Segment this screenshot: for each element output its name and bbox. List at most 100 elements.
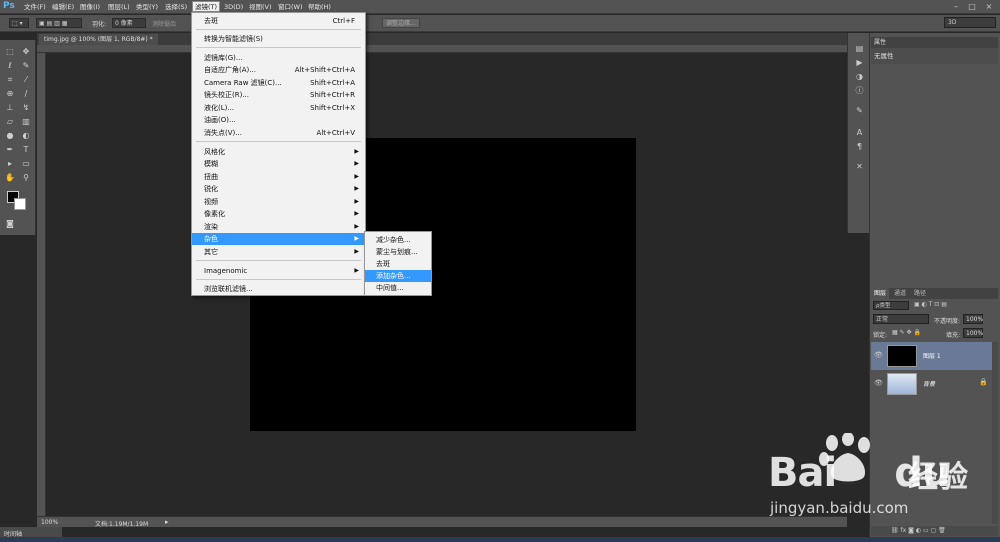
adjustments-icon[interactable]: ◑ [854,71,865,82]
marquee-tool-icon[interactable]: ⬚ [3,46,17,58]
layers-panel-tabs: 图层 通道 路径 [871,288,998,299]
menu-item-browse-filters-online[interactable]: 浏览联机滤镜... [192,283,365,295]
layer-row-layer1[interactable]: 👁 图层 1 [871,342,992,370]
layer-filter-select[interactable]: ρ类型 [873,301,909,310]
menu-layer[interactable]: 图层(L) [106,2,132,13]
paragraph-icon[interactable]: ¶ [854,141,865,152]
menu-item-convert-smart-filter[interactable]: 转换为智能滤镜(S) [192,33,365,45]
opacity-input[interactable]: 100% [963,314,983,324]
tab-channels[interactable]: 通道 [891,288,909,299]
menu-item-vanishing-point[interactable]: 消失点(V)... Alt+Ctrl+V [192,127,365,139]
shape-tool-icon[interactable]: ▭ [19,158,33,170]
options-bar: ⬚ ▾ ▣ ▤ ▥ ▦ 羽化: 0 像素 消除锯齿 调整边缘... [0,15,1000,32]
menu-item-noise[interactable]: 杂色 ▶ [192,233,365,245]
menu-item-adaptive-wide-angle[interactable]: 自适应广角(A)... Alt+Shift+Ctrl+A [192,64,365,76]
background-color-swatch[interactable] [14,198,26,210]
history-brush-icon[interactable]: ↯ [19,102,33,114]
layer-actions-icons[interactable]: ⛓ fx ◙ ◐ ▭ ▢ 🗑 [891,527,946,534]
blend-mode-select[interactable]: 正常 [873,314,929,324]
gradient-tool-icon[interactable]: ▥ [19,116,33,128]
menu-filter[interactable]: 滤镜(T) [192,1,221,12]
submenu-item-reduce-noise[interactable]: 减少杂色... [365,234,431,246]
status-arrow-icon[interactable]: ▸ [165,518,169,526]
menu-item-despeckle-last[interactable]: 去斑 Ctrl+F [192,15,365,27]
history-icon[interactable]: ▤ [854,43,865,54]
properties-panel-header[interactable]: 属性 [871,37,998,48]
quick-mask-icon[interactable]: ◙ [3,218,17,230]
type-tool-icon[interactable]: T [19,144,33,156]
brush-tool-icon[interactable]: ∕ [19,88,33,100]
tool-preset-picker[interactable]: ⬚ ▾ [9,18,29,28]
eyedropper-icon[interactable]: ⁄ [19,74,33,86]
antialias-checkbox[interactable]: 消除锯齿 [152,19,176,28]
zoom-readout[interactable]: 100% [41,519,58,526]
menu-select[interactable]: 选择(S) [163,2,189,13]
menu-item-oil-paint[interactable]: 油画(O)... [192,114,365,126]
submenu-item-add-noise[interactable]: 添加杂色... [365,270,431,282]
menu-type[interactable]: 类型(Y) [134,2,160,13]
menu-item-sharpen[interactable]: 锐化 ▶ [192,183,365,195]
menu-item-imagenomic[interactable]: Imagenomic ▶ [192,265,365,277]
hand-tool-icon[interactable]: ✋ [3,172,17,184]
submenu-item-despeckle[interactable]: 去斑 [365,258,431,270]
filter-dropdown-menu: 去斑 Ctrl+F 转换为智能滤镜(S) 滤镜库(G)... 自适应广角(A)..… [191,12,366,296]
menu-edit[interactable]: 编辑(E) [50,2,76,13]
document-info: 文档:1.19M/1.19M [95,521,149,528]
quick-select-icon[interactable]: ✎ [19,60,33,72]
menu-item-camera-raw[interactable]: Camera Raw 滤镜(C)... Shift+Ctrl+A [192,77,365,89]
menu-item-render[interactable]: 渲染 ▶ [192,221,365,233]
tools-preset-icon[interactable]: ✕ [854,161,865,172]
menu-file[interactable]: 文件(F) [22,2,48,13]
zoom-tool-icon[interactable]: ⚲ [19,172,33,184]
menu-item-filter-gallery[interactable]: 滤镜库(G)... [192,52,365,64]
layers-scrollbar[interactable] [992,342,998,524]
pen-tool-icon[interactable]: ✒ [3,144,17,156]
menu-item-pixelate[interactable]: 像素化 ▶ [192,208,365,220]
dodge-tool-icon[interactable]: ◐ [19,130,33,142]
lock-icons[interactable]: ▦ ✎ ✥ 🔒 [892,329,921,336]
menu-item-other[interactable]: 其它 ▶ [192,246,365,258]
submenu-item-dust-scratches[interactable]: 蒙尘与划痕... [365,246,431,258]
feather-input[interactable]: 0 像素 [112,18,146,28]
actions-icon[interactable]: ▶ [854,57,865,68]
brush-presets-icon[interactable]: ✎ [854,105,865,116]
menu-item-liquify[interactable]: 液化(L)... Shift+Ctrl+X [192,102,365,114]
info-icon[interactable]: ⓘ [854,85,865,96]
workspace-switcher[interactable]: 3D [944,17,996,28]
move-tool-icon[interactable]: ✥ [19,46,33,58]
visibility-eye-icon[interactable]: 👁 [874,379,883,387]
refine-edge-button[interactable]: 调整边缘... [382,18,420,28]
lasso-tool-icon[interactable]: ℓ [3,60,17,72]
submenu-item-median[interactable]: 中间值... [365,282,431,294]
healing-brush-icon[interactable]: ⊕ [3,88,17,100]
minimize-icon[interactable]: – [950,1,962,12]
blur-tool-icon[interactable]: ● [3,130,17,142]
path-select-icon[interactable]: ▸ [3,158,17,170]
tab-layers[interactable]: 图层 [871,288,890,299]
layers-panel-footer: ⛓ fx ◙ ◐ ▭ ▢ 🗑 [871,526,998,536]
document-tab[interactable]: timg.jpg @ 100% (图层 1, RGB/8#) * [39,34,158,45]
visibility-eye-icon[interactable]: 👁 [874,351,883,359]
layer-row-background[interactable]: 👁 背景 🔒 [871,370,992,398]
tab-paths[interactable]: 路径 [911,288,929,299]
menu-item-lens-correction[interactable]: 镜头校正(R)... Shift+Ctrl+R [192,89,365,101]
crop-tool-icon[interactable]: ⌗ [3,74,17,86]
photoshop-logo: Ps [3,1,15,11]
layer-thumbnail [887,345,917,367]
menu-bar: Ps 文件(F) 编辑(E) 图像(I) 图层(L) 类型(Y) 选择(S) 滤… [0,0,1000,14]
menu-image[interactable]: 图像(I) [78,2,102,13]
eraser-icon[interactable]: ▱ [3,116,17,128]
clone-stamp-icon[interactable]: ⊥ [3,102,17,114]
character-icon[interactable]: A [854,127,865,138]
menu-item-distort[interactable]: 扭曲 ▶ [192,171,365,183]
opacity-label: 不透明度: [934,318,961,325]
menu-item-blur[interactable]: 模糊 ▶ [192,158,365,170]
selection-mode-icons[interactable]: ▣ ▤ ▥ ▦ [36,18,82,28]
timeline-tab[interactable]: 时间轴 [0,527,62,538]
maximize-icon[interactable]: □ [966,1,978,12]
close-icon[interactable]: × [983,1,995,12]
menu-item-stylize[interactable]: 风格化 ▶ [192,146,365,158]
layer-filter-icons[interactable]: ▣ ◐ T ⊡ ▤ [914,301,947,308]
fill-input[interactable]: 100% [963,328,983,338]
menu-item-video[interactable]: 视频 ▶ [192,196,365,208]
